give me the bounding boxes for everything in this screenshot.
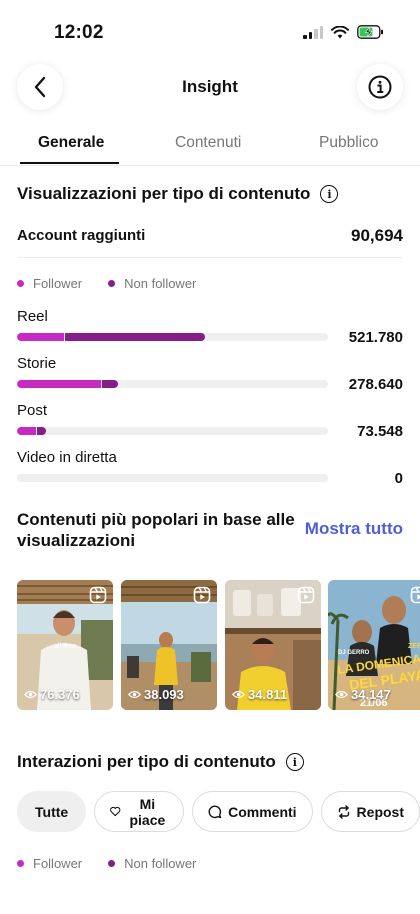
views-count: 34.811	[232, 687, 287, 702]
metric-value: 73.548	[357, 423, 403, 440]
metric-bar	[17, 333, 328, 341]
views-count: 34.147	[335, 687, 391, 702]
status-icons	[303, 25, 384, 39]
popular-content-carousel: all Ikea 76.376 38.093 34.811 DJ GERRO Z…	[17, 580, 420, 710]
views-legend: Follower Non follower	[17, 276, 214, 291]
info-icon	[368, 75, 392, 99]
chip-label: Mi piace	[129, 795, 166, 828]
views-count-value: 34.811	[248, 687, 288, 702]
metric-bar	[17, 474, 328, 482]
eye-icon	[24, 690, 37, 699]
non-follower-dot-icon	[108, 860, 116, 867]
views-section-title-text: Visualizzazioni per tipo di contenuto	[17, 184, 311, 203]
follower-bar-segment	[17, 427, 36, 435]
metric-storie: Storie 278.640	[17, 355, 403, 401]
content-thumbnail[interactable]: 38.093	[121, 580, 217, 710]
tab-generale[interactable]: Generale	[38, 134, 104, 152]
comment-icon	[208, 805, 222, 818]
battery-charging-icon	[357, 25, 383, 39]
content-thumbnail[interactable]: 34.811	[225, 580, 321, 710]
chip-comments[interactable]: Commenti	[192, 791, 313, 832]
chip-all[interactable]: Tutte	[17, 791, 87, 832]
views-count: 76.376	[24, 687, 80, 702]
metric-label: Storie	[17, 355, 57, 372]
svg-text:ZEROS: ZEROS	[408, 643, 420, 650]
reel-icon	[297, 586, 315, 604]
cellular-signal-icon	[303, 25, 323, 39]
thumbnail-overlay-text: all Ikea	[54, 643, 76, 650]
chip-label: Commenti	[228, 803, 297, 820]
repost-icon	[338, 804, 349, 819]
header: Insight	[0, 62, 420, 114]
info-icon[interactable]: i	[320, 185, 339, 203]
content-thumbnail[interactable]: DJ GERRO ZEROS LA DOMENICA DEL PLAYA 21/…	[328, 580, 420, 710]
tab-bar: Generale Contenuti Pubblico	[0, 126, 420, 166]
metric-label: Video in diretta	[17, 449, 117, 466]
legend-non-follower: Non follower	[124, 856, 197, 871]
reel-icon	[89, 586, 107, 604]
metric-live-video: Video in diretta 0	[17, 449, 403, 495]
metric-bar	[17, 427, 328, 435]
metric-label: Reel	[17, 308, 48, 325]
active-tab-indicator	[20, 162, 119, 164]
views-count: 38.093	[128, 687, 184, 702]
interaction-filter-chips: Tutte Mi piace Commenti Repost	[17, 791, 420, 832]
status-bar: 12:02	[0, 0, 420, 62]
eye-icon	[128, 690, 141, 699]
svg-text:DJ GERRO: DJ GERRO	[338, 650, 370, 656]
metric-post: Post 73.548	[17, 402, 403, 448]
info-icon[interactable]: i	[285, 753, 304, 771]
content-thumbnail[interactable]: all Ikea 76.376	[17, 580, 113, 710]
accounts-reached-label: Account raggiunti	[17, 227, 146, 244]
legend-follower: Follower	[33, 856, 83, 871]
tab-contenuti[interactable]: Contenuti	[175, 134, 241, 152]
metric-label: Post	[17, 402, 48, 419]
interactions-legend: Follower Non follower	[17, 856, 214, 871]
accounts-reached-value: 90,694	[351, 226, 403, 245]
interactions-section-title: Interazioni per tipo di contenuto i	[17, 752, 304, 772]
info-button[interactable]	[357, 64, 403, 110]
popular-content-title: Contenuti più popolari in base alle visu…	[17, 510, 295, 550]
metric-value: 521.780	[348, 329, 403, 346]
non-follower-bar-segment	[102, 380, 118, 388]
eye-icon	[335, 690, 348, 699]
chip-label: Tutte	[35, 803, 69, 820]
follower-bar-segment	[17, 380, 101, 388]
views-count-value: 76.376	[40, 687, 80, 702]
status-time: 12:02	[54, 22, 104, 43]
accounts-reached-row: Account raggiunti 90,694	[17, 224, 403, 258]
views-count-value: 38.093	[144, 687, 184, 702]
chip-likes[interactable]: Mi piace	[94, 791, 185, 832]
heart-icon	[110, 806, 121, 817]
show-all-link[interactable]: Mostra tutto	[305, 519, 403, 539]
non-follower-bar-segment	[65, 333, 205, 341]
legend-non-follower: Non follower	[124, 276, 197, 291]
views-section-title: Visualizzazioni per tipo di contenuto i	[17, 184, 339, 204]
non-follower-dot-icon	[108, 280, 116, 287]
follower-dot-icon	[17, 280, 24, 287]
interactions-section-title-text: Interazioni per tipo di contenuto	[17, 752, 276, 771]
metric-bar	[17, 380, 328, 388]
chip-label: Repost	[356, 803, 404, 820]
reel-icon	[193, 586, 211, 604]
metric-value: 278.640	[348, 376, 403, 393]
eye-icon	[232, 690, 245, 699]
tab-pubblico[interactable]: Pubblico	[319, 134, 378, 152]
legend-follower: Follower	[33, 276, 83, 291]
wifi-icon	[331, 25, 349, 38]
metric-reel: Reel 521.780	[17, 308, 403, 354]
follower-bar-segment	[17, 333, 64, 341]
chip-repost[interactable]: Repost	[320, 791, 420, 832]
follower-dot-icon	[17, 860, 24, 867]
reel-icon	[410, 586, 420, 604]
views-count-value: 34.147	[351, 687, 391, 702]
non-follower-bar-segment	[37, 427, 46, 435]
metric-value: 0	[394, 470, 403, 487]
